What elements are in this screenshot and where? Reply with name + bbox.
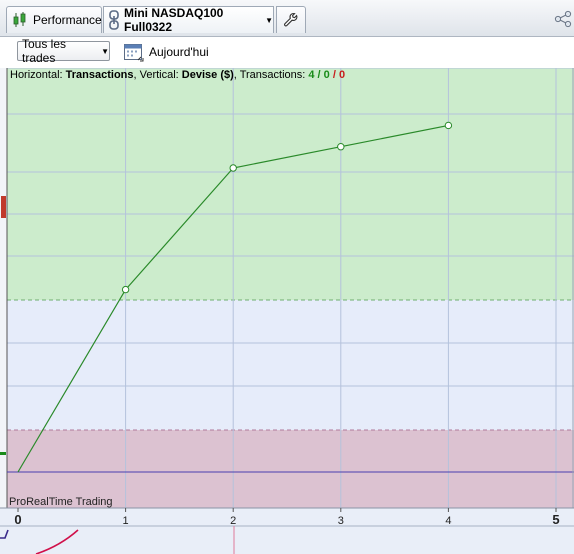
data-point bbox=[229, 164, 237, 172]
transactions-losers: 0 bbox=[338, 69, 346, 81]
x-tick-label: 3 bbox=[338, 515, 344, 527]
left-axis-marker-green bbox=[0, 452, 6, 455]
candlestick-icon bbox=[12, 11, 28, 29]
x-tick-label: 4 bbox=[445, 515, 451, 527]
data-point bbox=[444, 121, 453, 130]
transactions-sep-1: / bbox=[314, 69, 324, 81]
left-axis-strip bbox=[0, 68, 7, 554]
transactions-prefix: , Transactions: bbox=[233, 69, 309, 81]
calendar-icon bbox=[123, 41, 145, 63]
trade-filter-dropdown[interactable]: Tous les trades ▼ bbox=[17, 37, 110, 65]
today-label: Aujourd'hui bbox=[149, 45, 209, 59]
tab-instrument[interactable]: Mini NASDAQ100 Full0322 ▼ bbox=[103, 6, 274, 34]
x-tick-label: 0 bbox=[14, 512, 21, 527]
x-tick-label: 2 bbox=[230, 515, 236, 527]
tab-performance-label: Performance bbox=[33, 13, 102, 27]
share-button[interactable] bbox=[554, 10, 572, 28]
horizontal-prefix: Horizontal: bbox=[10, 69, 66, 81]
tab-performance[interactable]: Performance bbox=[6, 6, 102, 33]
toolbar: Tous les trades ▼ Aujourd'hui bbox=[0, 37, 574, 68]
horizontal-value: Transactions bbox=[65, 69, 134, 81]
data-point bbox=[121, 285, 130, 294]
share-icon bbox=[554, 10, 572, 28]
vertical-prefix: , Vertical: bbox=[133, 69, 182, 81]
vertical-value: Devise ($) bbox=[181, 69, 234, 81]
gain-zone bbox=[7, 68, 574, 300]
link-icon bbox=[108, 10, 120, 30]
tab-bar: Performance Mini NASDAQ100 Full0322 ▼ bbox=[0, 0, 574, 37]
today-button[interactable]: Aujourd'hui bbox=[123, 41, 209, 63]
left-axis-marker-red bbox=[1, 196, 6, 218]
x-axis-area bbox=[0, 508, 574, 554]
wrench-button[interactable] bbox=[276, 6, 306, 33]
chevron-down-icon: ▼ bbox=[101, 46, 109, 56]
wrench-icon bbox=[283, 12, 299, 28]
chart-info: Horizontal: Transactions, Vertical: Devi… bbox=[10, 69, 345, 81]
instrument-label: Mini NASDAQ100 Full0322 bbox=[124, 6, 224, 34]
performance-chart[interactable]: 0 1 2 3 4 5 Horizontal: Transactions, Vertica… bbox=[0, 68, 574, 554]
chart-canvas[interactable]: 0 1 2 3 4 5 bbox=[0, 68, 574, 554]
data-point bbox=[337, 143, 345, 151]
x-tick-label: 5 bbox=[552, 512, 559, 527]
chevron-down-icon[interactable]: ▼ bbox=[265, 16, 273, 25]
watermark: ProRealTime Trading bbox=[9, 496, 113, 508]
trade-filter-value: Tous les trades bbox=[22, 37, 67, 65]
x-tick-label: 1 bbox=[123, 515, 129, 527]
transactions-sep-2: / bbox=[329, 69, 339, 81]
neutral-zone bbox=[7, 300, 574, 430]
